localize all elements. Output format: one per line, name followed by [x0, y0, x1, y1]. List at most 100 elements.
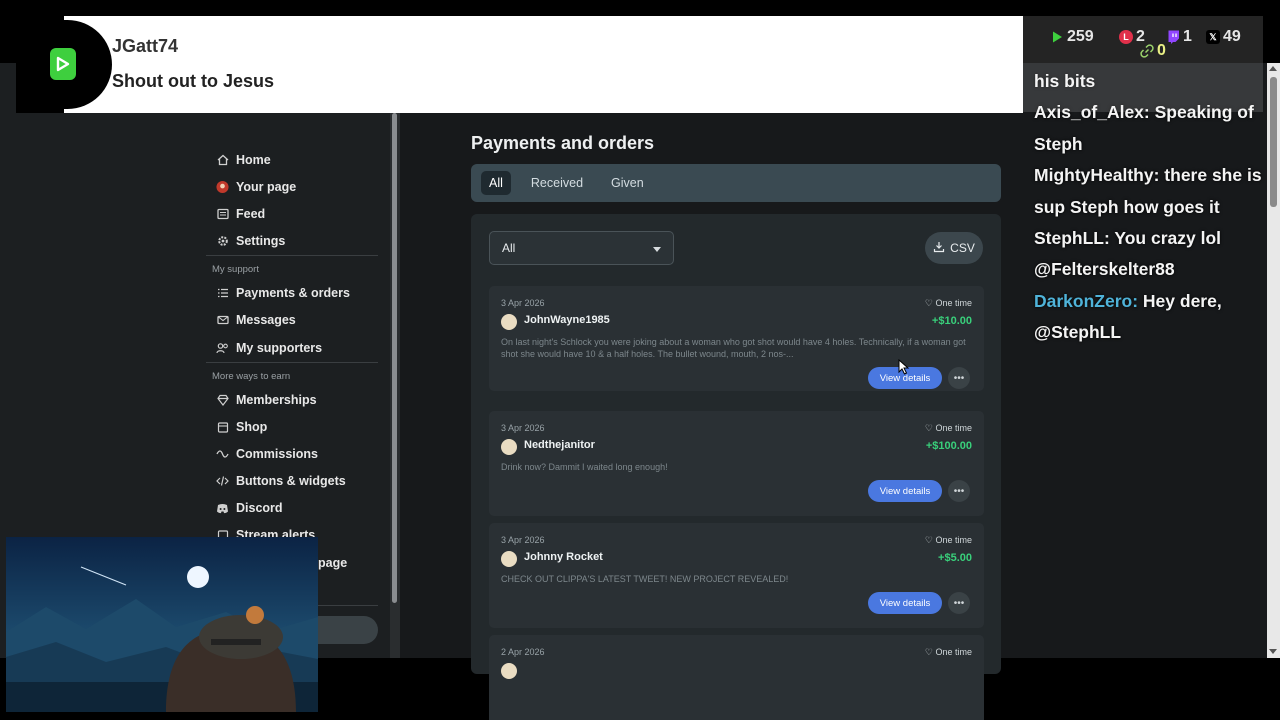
- payment-date: 2 Apr 2026: [501, 647, 545, 657]
- payment-amount: +$100.00: [925, 440, 972, 452]
- list-icon: [216, 287, 229, 300]
- sidebar-item-label: Commissions: [236, 447, 318, 461]
- stream-frame: Home Your page Feed Settings My support …: [0, 0, 1280, 720]
- people-icon: [216, 342, 229, 355]
- payment-card: 3 Apr 2026 ♡ One time Nedthejanitor +$10…: [489, 411, 984, 516]
- payment-date: 3 Apr 2026: [501, 298, 545, 308]
- sidebar-item-settings[interactable]: Settings: [216, 231, 285, 251]
- rumble-count: 259: [1067, 28, 1094, 45]
- view-details-button[interactable]: View details: [868, 480, 942, 502]
- chat-message: StephLL: You crazy lol @Felterskelter88: [1034, 223, 1269, 286]
- sidebar-item-label: Your page: [236, 180, 297, 194]
- sidebar-item-buttons-widgets[interactable]: Buttons & widgets: [216, 471, 346, 491]
- chat-username: MightyHealthy:: [1034, 165, 1160, 186]
- x-count: 49: [1223, 28, 1241, 45]
- sidebar-item-home[interactable]: Home: [216, 150, 271, 170]
- sidebar-item-label: Feed: [236, 207, 266, 221]
- payment-type: ♡ One time: [925, 423, 972, 434]
- webcam-scene: [6, 537, 318, 712]
- sidebar-divider: [206, 362, 378, 363]
- alert-username: JGatt74: [112, 36, 179, 56]
- sidebar-item-label: Buttons & widgets: [236, 474, 346, 488]
- tab-all[interactable]: All: [481, 171, 511, 195]
- payment-card: 2 Apr 2026 ♡ One time: [489, 635, 984, 720]
- sidebar-item-partial-page[interactable]: page: [318, 553, 347, 573]
- sidebar-item-shop[interactable]: Shop: [216, 417, 267, 437]
- sidebar-scrollbar-thumb[interactable]: [392, 113, 397, 603]
- sidebar-divider: [206, 255, 378, 256]
- main-content: Payments and orders All Received Given A…: [400, 63, 1012, 720]
- tab-bar: All Received Given: [471, 164, 1001, 202]
- feed-icon: [216, 208, 229, 221]
- browser-scrollbar-thumb[interactable]: [1270, 77, 1277, 207]
- code-icon: [216, 475, 229, 488]
- payment-date: 3 Apr 2026: [501, 535, 545, 545]
- twitch-icon: [1166, 30, 1180, 44]
- payment-type: ♡ One time: [925, 298, 972, 309]
- avatar: [501, 551, 517, 567]
- webcam-overlay: [6, 537, 318, 712]
- filter-select[interactable]: All: [489, 231, 674, 265]
- sidebar-section-my-support: My support: [212, 264, 259, 275]
- sidebar-item-discord[interactable]: Discord: [216, 498, 283, 518]
- payment-type-label: One time: [935, 535, 972, 545]
- sidebar-item-payments-orders[interactable]: Payments & orders: [216, 283, 350, 303]
- sidebar-item-label: Discord: [236, 501, 283, 515]
- sidebar-item-label: Home: [236, 153, 271, 167]
- chat-message: MightyHealthy: there she is sup Steph ho…: [1034, 160, 1269, 223]
- more-options-button[interactable]: •••: [948, 480, 970, 502]
- heart-icon: ♡: [924, 298, 936, 308]
- avatar: [501, 663, 517, 679]
- payment-amount: +$10.00: [931, 315, 972, 327]
- sidebar-item-label: Settings: [236, 234, 286, 248]
- payment-type: ♡ One time: [925, 535, 972, 546]
- sidebar-scrollbar[interactable]: [390, 63, 400, 658]
- rumble-stat: 259: [1050, 28, 1094, 46]
- x-stat: 𝕏 49: [1206, 28, 1241, 46]
- more-options-button[interactable]: •••: [948, 367, 970, 389]
- payment-amount: +$5.00: [938, 552, 972, 564]
- rumble-icon: [1050, 30, 1064, 44]
- gear-icon: [216, 235, 229, 248]
- sidebar-item-my-supporters[interactable]: My supporters: [216, 338, 322, 358]
- payment-message: On last night's Schlock you were joking …: [501, 337, 966, 359]
- tab-given[interactable]: Given: [603, 171, 652, 195]
- home-icon: [216, 154, 229, 167]
- payment-type-label: One time: [935, 298, 972, 308]
- chevron-down-icon: [653, 241, 661, 255]
- sidebar-item-label: Shop: [236, 420, 268, 434]
- payment-date: 3 Apr 2026: [501, 423, 545, 433]
- sidebar-item-commissions[interactable]: Commissions: [216, 444, 318, 464]
- chat-username: StephLL:: [1034, 228, 1110, 249]
- page-title: Payments and orders: [471, 133, 655, 153]
- payment-message: CHECK OUT CLIPPA'S LATEST TWEET! NEW PRO…: [501, 574, 789, 584]
- heart-icon: ♡: [924, 535, 936, 545]
- payment-type-label: One time: [935, 647, 972, 657]
- more-options-button[interactable]: •••: [948, 592, 970, 614]
- commission-icon: [216, 448, 229, 461]
- sidebar-item-memberships[interactable]: Memberships: [216, 390, 317, 410]
- heart-icon: ♡: [924, 423, 936, 433]
- sidebar-item-messages[interactable]: Messages: [216, 310, 296, 330]
- heart-icon: ♡: [924, 647, 936, 657]
- sidebar-item-your-page[interactable]: Your page: [216, 177, 296, 197]
- chat-message: DarkonZero: Hey dere, @StephLL: [1034, 286, 1269, 349]
- lbry-icon: L: [1119, 30, 1133, 44]
- sidebar-item-feed[interactable]: Feed: [216, 204, 265, 224]
- supporter-name: JohnWayne1985: [524, 314, 610, 326]
- sidebar-item-label: My supporters: [236, 341, 323, 355]
- download-icon: [933, 241, 945, 256]
- payments-panel: All CSV 3 Apr 2026 ♡ One time JohnWayne1…: [471, 214, 1001, 720]
- mail-icon: [216, 314, 229, 327]
- csv-download-button[interactable]: CSV: [925, 232, 983, 264]
- payment-type-label: One time: [935, 423, 972, 433]
- scroll-down-arrow[interactable]: [1269, 649, 1277, 654]
- filter-select-value: All: [502, 241, 516, 255]
- twitch-stat: 1: [1166, 28, 1192, 46]
- mouse-cursor: [898, 358, 910, 380]
- payment-message: Drink now? Dammit I waited long enough!: [501, 462, 668, 472]
- scroll-up-arrow[interactable]: [1269, 66, 1277, 71]
- twitch-count: 1: [1183, 28, 1192, 45]
- view-details-button[interactable]: View details: [868, 592, 942, 614]
- tab-received[interactable]: Received: [523, 171, 591, 195]
